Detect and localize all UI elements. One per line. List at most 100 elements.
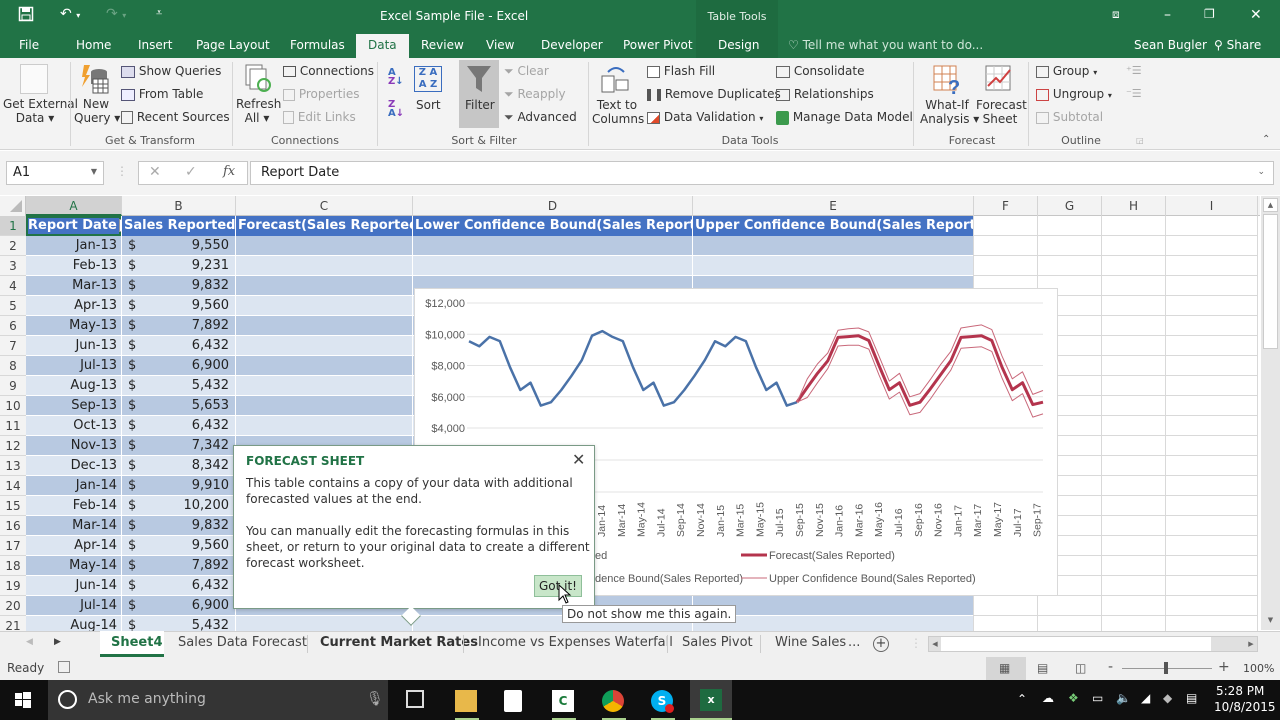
table-cell[interactable] <box>236 236 412 255</box>
row-header[interactable]: 15 <box>0 496 26 516</box>
row-header[interactable]: 7 <box>0 336 26 356</box>
sheet-tab-sales-pivot[interactable]: Sales Pivot <box>682 635 753 650</box>
table-cell[interactable]: $7,342 <box>122 436 235 455</box>
table-header-cell[interactable]: Sales Reported <box>122 216 235 236</box>
more-sheets-button[interactable]: ... <box>848 635 860 650</box>
clear-filter-button[interactable]: ⏷ Clear <box>504 64 549 79</box>
series-line-2[interactable] <box>796 344 1044 418</box>
table-cell[interactable] <box>693 236 973 255</box>
splitter-grip-icon[interactable]: ⋮ <box>910 636 922 650</box>
sheet-tab-income-vs-expenses-waterfall[interactable]: Income vs Expenses Waterfall <box>478 635 673 650</box>
enter-icon[interactable]: ✓ <box>185 164 197 180</box>
table-cell[interactable] <box>236 396 412 415</box>
page-layout-view-icon[interactable]: ▤ <box>1037 661 1048 675</box>
table-cell[interactable] <box>236 356 412 375</box>
column-header-e[interactable]: E <box>693 196 974 216</box>
table-header-cell[interactable]: Report Date <box>26 216 121 236</box>
data-validation-button[interactable]: Data Validation ▾ <box>647 110 763 124</box>
wifi-icon[interactable]: ◢ <box>1141 691 1150 705</box>
select-all-corner[interactable] <box>0 196 26 216</box>
hide-detail-icon[interactable]: ⁻☰ <box>1126 87 1142 100</box>
connections-button[interactable]: Connections <box>283 64 374 78</box>
user-name[interactable]: Sean Bugler <box>1134 38 1207 52</box>
scroll-thumb[interactable] <box>1263 214 1278 349</box>
legend-entry[interactable]: Forecast(Sales Reported) <box>769 550 895 562</box>
onedrive-icon[interactable]: ☁ <box>1042 691 1054 705</box>
new-query-button[interactable]: New Query ▾ <box>74 97 120 125</box>
row-header[interactable]: 3 <box>0 256 26 276</box>
action-center-icon[interactable]: ▤ <box>1186 691 1197 705</box>
table-cell[interactable]: Feb-14 <box>26 496 121 515</box>
table-cell[interactable]: Sep-13 <box>26 396 121 415</box>
table-cell[interactable]: $6,432 <box>122 336 235 355</box>
dropbox-icon[interactable]: ❖ <box>1068 691 1079 705</box>
column-header-i[interactable]: I <box>1166 196 1258 216</box>
horizontal-scrollbar[interactable]: ◀ ▶ <box>928 636 1258 652</box>
sheet-tab-current-market-rates[interactable]: Current Market Rates <box>320 635 478 650</box>
microphone-icon[interactable]: 🎙 <box>366 691 384 707</box>
group-button[interactable]: Group ▾ <box>1036 64 1097 78</box>
table-header-cell[interactable]: Upper Confidence Bound(Sales Reported) <box>693 216 973 236</box>
sheet-tab-wine-sales[interactable]: Wine Sales <box>775 635 846 650</box>
table-cell[interactable]: $6,900 <box>122 596 235 615</box>
table-cell[interactable]: Mar-14 <box>26 516 121 535</box>
refresh-all-button[interactable]: Refresh All ▾ <box>236 97 281 125</box>
tab-data[interactable]: Data <box>356 34 409 58</box>
reapply-button[interactable]: ⏷ Reapply <box>504 87 566 102</box>
row-header[interactable]: 2 <box>0 236 26 256</box>
series-line-3[interactable] <box>796 324 1044 403</box>
sort-z-a-icon[interactable]: Z A↓ <box>388 100 404 119</box>
excel-taskbar-button[interactable]: x <box>690 680 732 720</box>
volume-icon[interactable]: 🔈 <box>1116 691 1131 705</box>
subtotal-button[interactable]: Subtotal <box>1036 110 1103 124</box>
insert-function-icon[interactable]: fx <box>223 164 235 179</box>
table-header-cell[interactable]: Forecast(Sales Reported) <box>236 216 412 236</box>
table-header-cell[interactable]: Lower Confidence Bound(Sales Reported) <box>413 216 692 236</box>
table-cell[interactable] <box>693 256 973 275</box>
chrome-icon[interactable] <box>602 690 624 712</box>
camtasia-icon[interactable]: C <box>552 690 574 712</box>
show-hidden-icons[interactable]: ⌃ <box>1017 692 1027 706</box>
zoom-out-button[interactable]: - <box>1108 659 1113 675</box>
store-icon[interactable] <box>504 690 522 712</box>
ungroup-button[interactable]: Ungroup ▾ <box>1036 87 1112 101</box>
table-cell[interactable]: $6,900 <box>122 356 235 375</box>
table-cell[interactable]: $7,892 <box>122 316 235 335</box>
tab-file[interactable]: File <box>19 38 39 52</box>
table-cell[interactable]: $9,560 <box>122 536 235 555</box>
row-header[interactable]: 8 <box>0 356 26 376</box>
column-header-h[interactable]: H <box>1102 196 1166 216</box>
table-cell[interactable] <box>236 376 412 395</box>
table-cell[interactable]: Jan-14 <box>26 476 121 495</box>
row-header[interactable]: 10 <box>0 396 26 416</box>
table-cell[interactable]: Jul-13 <box>26 356 121 375</box>
show-queries-button[interactable]: Show Queries <box>121 64 221 78</box>
next-sheet-icon[interactable]: ▶ <box>54 637 61 647</box>
table-cell[interactable]: Apr-13 <box>26 296 121 315</box>
flash-fill-button[interactable]: Flash Fill <box>647 64 715 78</box>
column-header-a[interactable]: A <box>26 196 122 216</box>
row-header[interactable]: 4 <box>0 276 26 296</box>
legend-entry[interactable]: Upper Confidence Bound(Sales Reported) <box>769 573 976 585</box>
name-box[interactable]: A1 ▼ <box>6 161 104 185</box>
manage-data-model-button[interactable]: Manage Data Model <box>776 110 913 125</box>
add-sheet-icon[interactable]: + <box>873 636 889 652</box>
table-cell[interactable] <box>236 316 412 335</box>
chevron-down-icon[interactable]: ▼ <box>91 167 97 176</box>
column-header-g[interactable]: G <box>1038 196 1102 216</box>
clock-date[interactable]: 10/8/2015 <box>1214 700 1276 714</box>
row-header[interactable]: 12 <box>0 436 26 456</box>
text-to-columns-button[interactable]: Text to Columns <box>592 98 644 126</box>
get-external-data-button[interactable]: Get External Data ▾ <box>3 97 78 125</box>
table-cell[interactable]: $9,832 <box>122 276 235 295</box>
sort-a-z-icon[interactable]: A Z↓ <box>388 68 404 87</box>
table-cell[interactable]: $8,342 <box>122 456 235 475</box>
recent-sources-button[interactable]: Recent Sources <box>121 110 230 124</box>
table-cell[interactable]: $9,910 <box>122 476 235 495</box>
table-cell[interactable]: $9,550 <box>122 236 235 255</box>
outline-dialog-launcher-icon[interactable]: ◲ <box>1136 136 1144 145</box>
table-cell[interactable] <box>413 236 692 255</box>
table-cell[interactable] <box>236 276 412 295</box>
forecast-sheet-button[interactable]: Forecast Sheet <box>976 98 1027 126</box>
minimize-icon[interactable]: – <box>1164 7 1171 23</box>
